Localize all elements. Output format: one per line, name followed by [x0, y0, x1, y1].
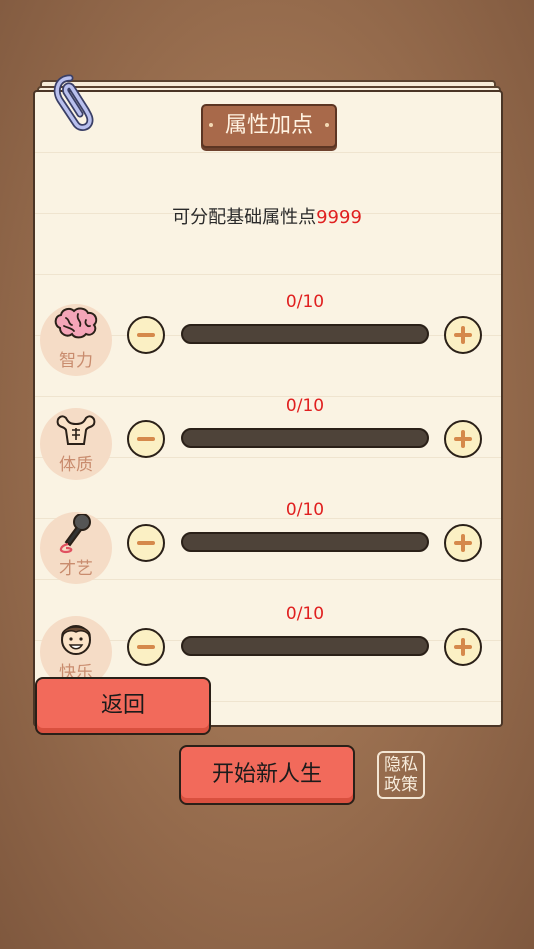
happy-face-icon — [61, 625, 91, 655]
decrease-physique-button[interactable] — [127, 420, 165, 458]
attribute-row-intelligence: 智力 0/10 — [0, 292, 534, 396]
attribute-label: 体质 — [59, 455, 93, 475]
muscle-icon — [56, 415, 96, 445]
panel-title: 属性加点 — [201, 104, 337, 148]
microphone-icon — [59, 514, 91, 554]
minus-icon — [137, 437, 155, 441]
decrease-happiness-button[interactable] — [127, 628, 165, 666]
attribute-label: 智力 — [59, 351, 93, 371]
nail-icon — [325, 123, 329, 127]
attribute-progress-track — [181, 428, 429, 448]
privacy-policy-line2: 政策 — [384, 775, 418, 795]
available-points-value: 9999 — [316, 207, 362, 228]
brain-icon — [54, 307, 98, 339]
increase-talent-button[interactable] — [444, 524, 482, 562]
attribute-value: 0/10 — [285, 604, 325, 624]
increase-physique-button[interactable] — [444, 420, 482, 458]
start-new-life-button[interactable]: 开始新人生 — [179, 745, 355, 805]
available-points: 可分配基础属性点9999 — [0, 203, 534, 229]
attribute-value: 0/10 — [285, 396, 325, 416]
attribute-progress-track — [181, 532, 429, 552]
paperclip-icon — [53, 74, 94, 131]
attribute-row-talent: 才艺 0/10 — [0, 500, 534, 604]
nail-icon — [209, 123, 213, 127]
panel-title-text: 属性加点 — [224, 113, 313, 138]
increase-happiness-button[interactable] — [444, 628, 482, 666]
decrease-intelligence-button[interactable] — [127, 316, 165, 354]
attribute-value: 0/10 — [285, 500, 325, 520]
privacy-policy-button[interactable]: 隐私 政策 — [377, 751, 425, 799]
attribute-progress-track — [181, 636, 429, 656]
minus-icon — [137, 333, 155, 337]
increase-intelligence-button[interactable] — [444, 316, 482, 354]
attribute-progress-track — [181, 324, 429, 344]
available-points-label: 可分配基础属性点 — [172, 207, 317, 228]
minus-icon — [137, 541, 155, 545]
attribute-row-physique: 体质 0/10 — [0, 396, 534, 500]
attribute-value: 0/10 — [285, 292, 325, 312]
privacy-policy-line1: 隐私 — [384, 755, 418, 775]
back-button[interactable]: 返回 — [35, 677, 211, 735]
decrease-talent-button[interactable] — [127, 524, 165, 562]
minus-icon — [137, 645, 155, 649]
attribute-label: 才艺 — [59, 559, 93, 579]
